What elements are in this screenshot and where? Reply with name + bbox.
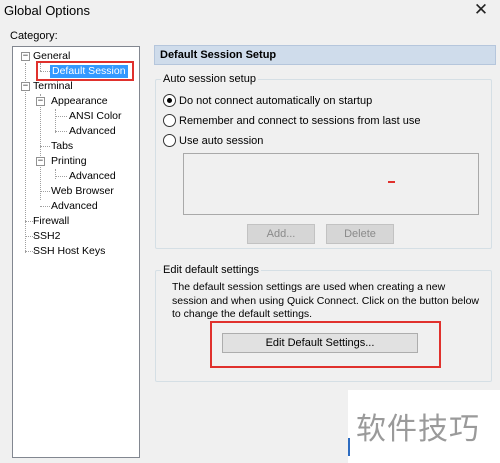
tree-item-appearance-advanced[interactable]: Advanced — [69, 125, 116, 138]
tree-item-printing[interactable]: Printing — [51, 155, 87, 168]
radio-no-auto-connect-dot[interactable] — [163, 94, 176, 107]
red-dash-mark — [388, 181, 395, 183]
tree-item-ssh2[interactable]: SSH2 — [33, 230, 60, 243]
collapse-appearance-icon[interactable]: − — [36, 97, 45, 106]
radio-remember-sessions-label: Remember and connect to sessions from la… — [179, 114, 421, 127]
radio-no-auto-connect-label: Do not connect automatically on startup — [179, 94, 373, 107]
delete-button[interactable]: Delete — [326, 224, 394, 244]
add-button[interactable]: Add... — [247, 224, 315, 244]
tree-item-ssh-host-keys[interactable]: SSH Host Keys — [33, 245, 105, 258]
edit-default-description: The default session settings are used wh… — [172, 281, 480, 320]
tree-item-firewall[interactable]: Firewall — [33, 215, 69, 228]
window-title: Global Options — [4, 3, 90, 18]
tree-item-terminal-advanced[interactable]: Advanced — [51, 200, 98, 213]
category-label: Category: — [10, 30, 58, 42]
auto-session-group-title: Auto session setup — [161, 73, 258, 85]
tree-item-tabs[interactable]: Tabs — [51, 140, 73, 153]
tree-item-appearance[interactable]: Appearance — [51, 95, 108, 108]
edit-default-group-title: Edit default settings — [161, 264, 262, 276]
close-icon[interactable]: ✕ — [466, 0, 496, 20]
highlight-default-session — [36, 61, 134, 81]
radio-use-auto-session-label: Use auto session — [179, 134, 264, 147]
tree-item-web-browser[interactable]: Web Browser — [51, 185, 114, 198]
blue-accent-bar — [348, 438, 350, 456]
radio-remember-sessions[interactable]: Remember and connect to sessions from la… — [163, 114, 421, 127]
radio-no-auto-connect[interactable]: Do not connect automatically on startup — [163, 94, 372, 107]
watermark: 软件技巧 — [356, 412, 480, 447]
auto-session-list[interactable] — [183, 153, 479, 215]
highlight-edit-button — [210, 321, 441, 368]
tree-item-ansi-color[interactable]: ANSI Color — [69, 110, 122, 123]
tree-item-terminal[interactable]: Terminal — [33, 80, 73, 93]
category-tree[interactable]: − General Default Session − Terminal − A… — [12, 46, 140, 458]
tree-item-printing-advanced[interactable]: Advanced — [69, 170, 116, 183]
collapse-printing-icon[interactable]: − — [36, 157, 45, 166]
panel-header: Default Session Setup — [154, 45, 496, 65]
radio-use-auto-session[interactable]: Use auto session — [163, 134, 263, 147]
collapse-general-icon[interactable]: − — [21, 52, 30, 61]
radio-use-auto-session-dot[interactable] — [163, 134, 176, 147]
collapse-terminal-icon[interactable]: − — [21, 82, 30, 91]
radio-remember-sessions-dot[interactable] — [163, 114, 176, 127]
